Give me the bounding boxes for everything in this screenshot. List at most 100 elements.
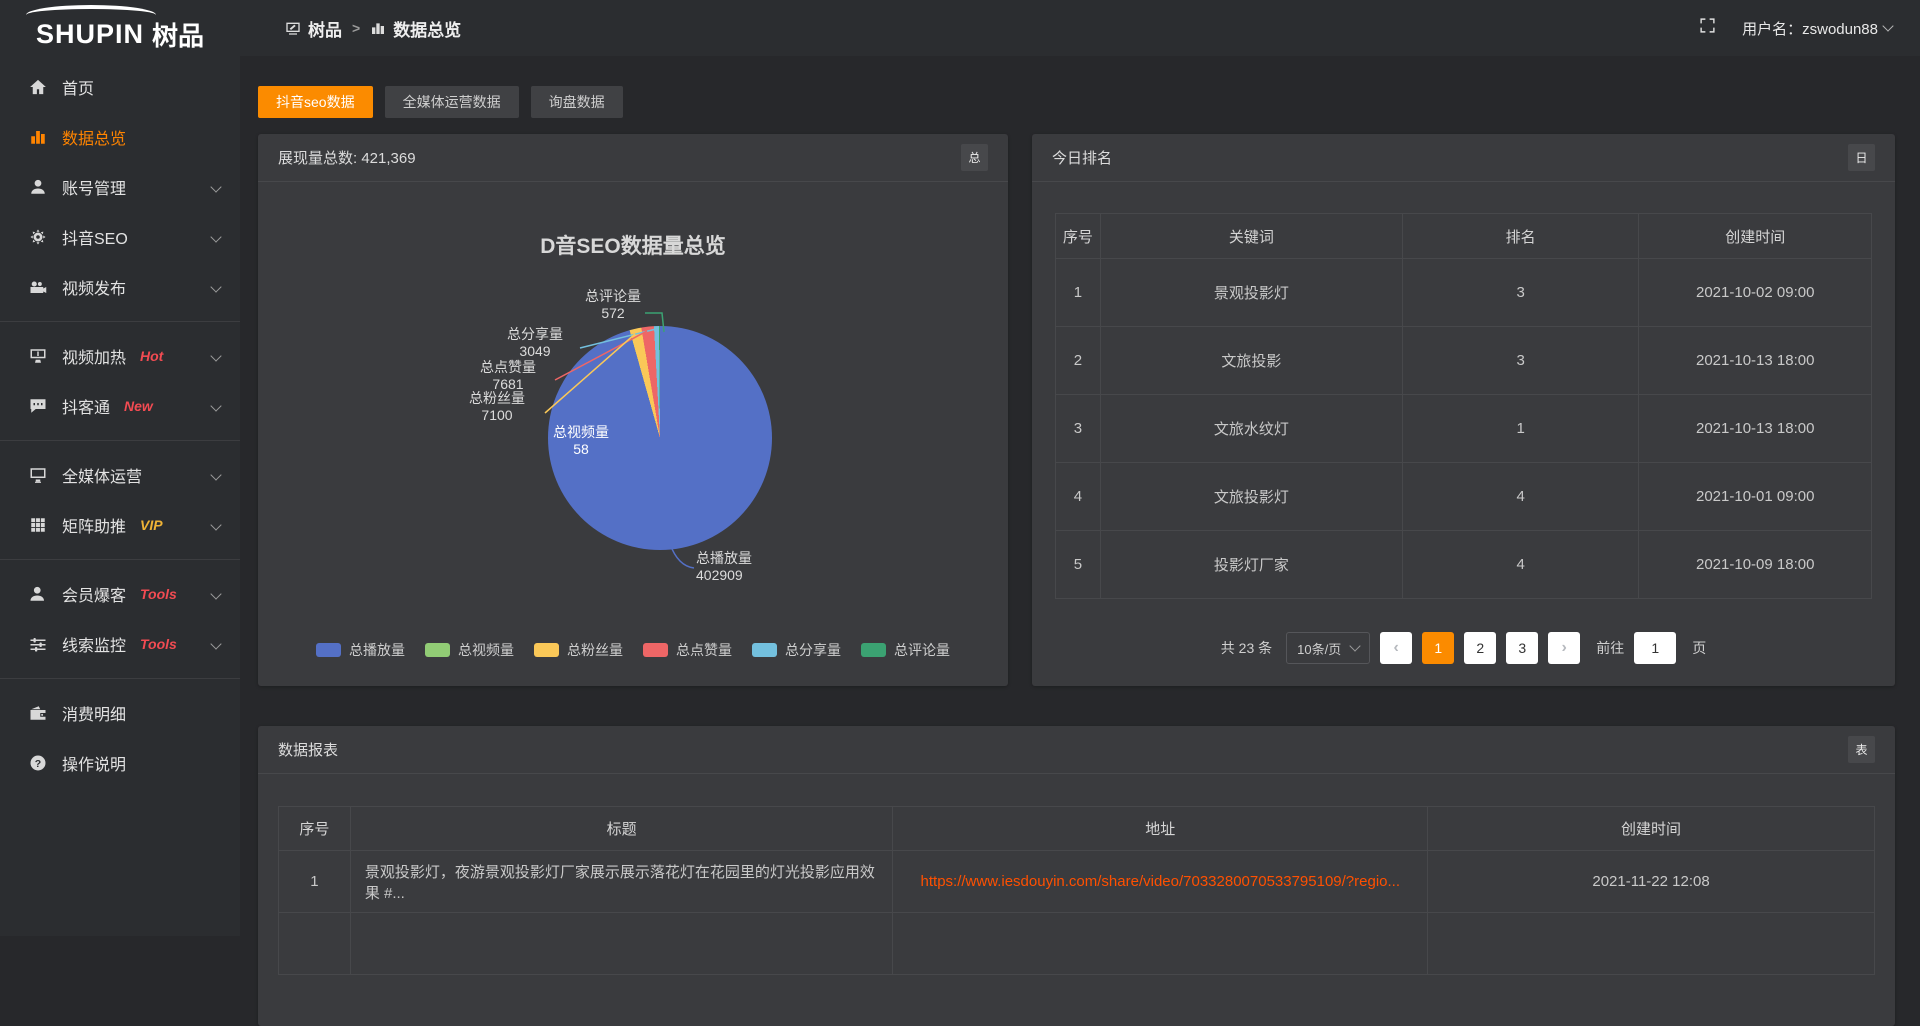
username-label: 用户名：zswodun88 [1742,18,1878,39]
main-content: 抖音seo数据 全媒体运营数据 询盘数据 展现量总数: 421,369 总 D音… [240,56,1920,936]
tools-badge: Tools [140,586,177,602]
sidebar-item-all-media[interactable]: 全媒体运营 [0,450,240,500]
sidebar-item-label: 操作说明 [62,751,126,775]
chevron-down-icon [210,638,221,649]
pie-label-fans: 总粉丝量7100 [442,390,552,424]
legend-item-fans[interactable]: 总粉丝量 [534,640,623,660]
fullscreen-icon[interactable] [1699,17,1716,39]
page-button-3[interactable]: 3 [1506,632,1538,664]
chart-legend: 总播放量 总视频量 总粉丝量 总点赞量 总分享量 总评论量 [258,640,1008,660]
total-toggle-button[interactable]: 总 [961,144,988,171]
video-camera-icon [28,278,48,296]
legend-item-likes[interactable]: 总点赞量 [643,640,732,660]
page-size-select[interactable]: 10条/页 [1286,632,1370,664]
sidebar-item-account-management[interactable]: 账号管理 [0,162,240,212]
impressions-panel: 展现量总数: 421,369 总 D音SEO数据量总览 总评论量572 总分 [258,134,1008,686]
sidebar-item-label: 线索监控 [62,632,126,656]
grid-icon [28,516,48,534]
pie-label-plays: 总播放量402909 [696,550,806,584]
breadcrumb-item-data-overview[interactable]: 数据总览 [370,16,461,41]
tab-inquiry-data[interactable]: 询盘数据 [531,86,623,118]
column-header-keyword: 关键词 [1100,214,1402,259]
sidebar-item-douketong[interactable]: 抖客通 New [0,381,240,431]
sidebar-divider [0,559,240,560]
legend-item-plays[interactable]: 总播放量 [316,640,405,660]
sidebar-item-clue-monitor[interactable]: 线索监控 Tools [0,619,240,669]
chevron-down-icon [210,519,221,530]
gear-icon [28,228,48,246]
breadcrumb-item-shupin[interactable]: 树品 [285,16,342,41]
next-page-button[interactable]: › [1548,632,1580,664]
chevron-down-icon [1882,20,1893,31]
legend-item-shares[interactable]: 总分享量 [752,640,841,660]
legend-item-videos[interactable]: 总视频量 [425,640,514,660]
table-row: 3 文旅水纹灯 1 2021-10-13 18:00 [1056,395,1872,463]
top-header: SHUPIN 树品 树品 > 数据总览 用户名：zswodun88 [0,0,1920,56]
table-row: 4 文旅投影灯 4 2021-10-01 09:00 [1056,463,1872,531]
today-ranking-panel: 今日排名 日 序号 关键词 排名 创建时间 1 [1032,134,1895,686]
sidebar-item-instructions[interactable]: ? 操作说明 [0,738,240,788]
chevron-down-icon [210,281,221,292]
video-url-link[interactable]: https://www.iesdouyin.com/share/video/70… [921,873,1401,890]
report-table: 序号 标题 地址 创建时间 1 景观投影灯，夜游景观投影灯厂家展示展示落花灯在花… [278,806,1875,975]
sidebar-item-douyin-seo[interactable]: 抖音SEO [0,212,240,262]
sliders-icon [28,635,48,653]
sidebar-item-label: 视频加热 [62,344,126,368]
sidebar-item-video-publish[interactable]: 视频发布 [0,262,240,312]
hot-badge: Hot [140,348,163,364]
breadcrumb-label: 树品 [308,16,342,41]
sidebar-item-label: 账号管理 [62,175,126,199]
table-toggle-button[interactable]: 表 [1848,736,1875,763]
pagination: 共 23 条 10条/页 ‹ 1 2 3 › 前往 页 [1055,632,1872,664]
goto-suffix-label: 页 [1692,638,1706,658]
column-header-title: 标题 [350,807,893,851]
goto-page-input[interactable] [1634,632,1676,664]
table-row: 1 景观投影灯，夜游景观投影灯厂家展示展示落花灯在花园里的灯光投影应用效果 #.… [279,851,1875,913]
page-button-1[interactable]: 1 [1422,632,1454,664]
chat-icon [28,397,48,415]
home-icon [28,78,48,96]
sidebar-divider [0,678,240,679]
screen-icon [285,20,301,36]
sidebar-item-video-heat[interactable]: 视频加热 Hot [0,331,240,381]
sidebar-item-data-overview[interactable]: 数据总览 [0,112,240,162]
sidebar-item-label: 会员爆客 [62,582,126,606]
column-header-time: 创建时间 [1428,807,1875,851]
data-tabs: 抖音seo数据 全媒体运营数据 询盘数据 [258,86,1895,118]
table-row: 5 投影灯厂家 4 2021-10-09 18:00 [1056,531,1872,599]
breadcrumb-separator: > [352,20,360,36]
impressions-total-label: 展现量总数: 421,369 [278,147,416,168]
sidebar-divider [0,321,240,322]
report-panel-title: 数据报表 [278,739,338,760]
day-toggle-button[interactable]: 日 [1848,144,1875,171]
column-header-time: 创建时间 [1639,214,1872,259]
sidebar-item-label: 全媒体运营 [62,463,142,487]
sidebar-item-consumption-detail[interactable]: 消费明细 [0,688,240,738]
tab-douyin-seo-data[interactable]: 抖音seo数据 [258,86,373,118]
tools-badge: Tools [140,636,177,652]
wallet-icon [28,704,48,722]
sidebar-item-label: 矩阵助推 [62,513,126,537]
table-header-row: 序号 关键词 排名 创建时间 [1056,214,1872,259]
pie-chart-area: D音SEO数据量总览 总评论量572 总分享量3049 总点赞量7681 [258,182,1008,685]
sidebar-item-home[interactable]: 首页 [0,62,240,112]
user-menu[interactable]: 用户名：zswodun88 [1742,18,1892,39]
sidebar-item-matrix-boost[interactable]: 矩阵助推 VIP [0,500,240,550]
prev-page-button[interactable]: ‹ [1380,632,1412,664]
ranking-table: 序号 关键词 排名 创建时间 1 景观投影灯 3 2021-10-02 09:0… [1055,213,1872,599]
page-button-2[interactable]: 2 [1464,632,1496,664]
chevron-down-icon [210,588,221,599]
pie-label-comments: 总评论量572 [558,288,668,322]
data-report-panel: 数据报表 表 序号 标题 地址 创建时间 1 景观投影灯，夜游景观投影灯厂家展示… [258,726,1895,1026]
chevron-down-icon [210,350,221,361]
sidebar-divider [0,440,240,441]
vip-badge: VIP [140,517,163,533]
chevron-down-icon [210,400,221,411]
question-icon: ? [28,754,48,772]
legend-item-comments[interactable]: 总评论量 [861,640,950,660]
sidebar-item-label: 视频发布 [62,275,126,299]
chevron-down-icon [210,231,221,242]
tab-all-media-data[interactable]: 全媒体运营数据 [385,86,519,118]
sidebar-item-member-burst[interactable]: 会员爆客 Tools [0,569,240,619]
breadcrumb-label: 数据总览 [393,16,461,41]
